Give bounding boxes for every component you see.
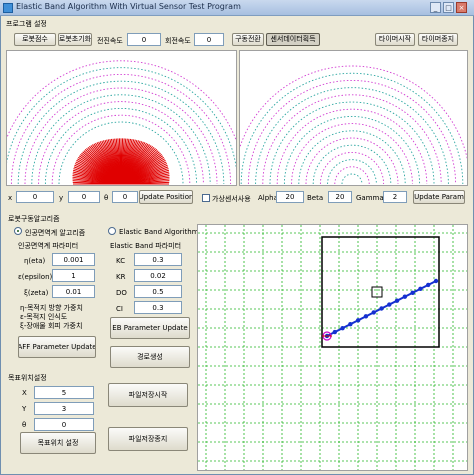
note-zeta: ξ-장애물 회피 가중치 [20, 322, 83, 330]
zeta-field[interactable]: 0.01 [52, 285, 95, 298]
path-node [433, 278, 439, 284]
turn-field[interactable]: 0 [194, 33, 224, 46]
pos-theta-field[interactable]: 0 [112, 191, 138, 203]
pos-x-field[interactable]: 0 [16, 191, 54, 203]
path-node [332, 329, 337, 335]
eb-radio-label: Elastic Band Algorithm [119, 228, 199, 236]
aff-update-button[interactable]: AFF Parameter Update [18, 336, 96, 358]
pos-x-label: x [8, 194, 13, 202]
target-x-label: X [22, 389, 27, 397]
timer-stop-button[interactable]: 타이머종지 [418, 33, 458, 46]
gamma-label: Gamma [356, 194, 384, 202]
alpha-label: Alpha [258, 194, 278, 202]
algo-group-title: 로봇구동알고리즘 [8, 215, 60, 223]
ais-radio-label: 인공면역계 알고리즘 [25, 229, 86, 237]
speed-label: 전진속도 [97, 37, 123, 45]
range-arc [319, 151, 385, 185]
do-label: DO [116, 289, 127, 297]
do-field[interactable]: 0.5 [134, 285, 182, 298]
range-arc [255, 87, 449, 185]
range-arc [334, 166, 370, 185]
maximize-icon[interactable]: □ [443, 2, 454, 13]
range-arc [269, 101, 435, 185]
beta-field[interactable]: 20 [328, 191, 352, 203]
window-title: Elastic Band Algorithm With Virtual Sens… [16, 2, 241, 11]
kc-field[interactable]: 0.3 [134, 253, 182, 266]
gamma-field[interactable]: 2 [383, 191, 407, 203]
robot-score-button[interactable]: 로봇점수 [14, 33, 56, 46]
pos-theta-label: θ [104, 194, 109, 202]
ci-field[interactable]: 0.3 [134, 301, 182, 314]
aff-param-title: 인공면역계 파라미터 [18, 242, 79, 250]
target-y-label: Y [22, 405, 27, 413]
path-node [426, 282, 431, 288]
path-node [402, 294, 408, 299]
robot-init-button[interactable]: 로봇초기화 [58, 33, 92, 46]
range-arc [341, 173, 363, 185]
turn-label: 회전속도 [165, 37, 191, 45]
epsilon-label: ε(epsilon) [18, 273, 53, 281]
epsilon-field[interactable]: 1 [52, 269, 95, 282]
target-theta-label: θ [22, 421, 27, 429]
map-view [197, 224, 468, 471]
range-arc [262, 94, 442, 185]
eta-field[interactable]: 0.001 [52, 253, 95, 266]
ci-label: CI [116, 305, 123, 313]
mode-switch-button[interactable]: 구동전환 [232, 33, 264, 46]
sensor-view-real [6, 50, 237, 186]
sensor-data-button[interactable]: 센서데이터획득 [266, 33, 320, 46]
eb-param-title: Elastic Band 파라미터 [110, 242, 182, 250]
virtual-sensor-label: 가상센서사용 [212, 195, 251, 203]
path-node [355, 318, 361, 323]
path-node [363, 314, 369, 319]
path-generate-button[interactable]: 경로생성 [110, 346, 190, 368]
path-node [371, 310, 376, 315]
alpha-field[interactable]: 20 [276, 191, 304, 203]
eb-radio[interactable] [108, 227, 116, 235]
path-node [410, 290, 415, 295]
target-x-field[interactable]: 5 [34, 386, 94, 399]
kr-field[interactable]: 0.02 [134, 269, 182, 282]
path-node [340, 325, 345, 331]
path-node [348, 322, 353, 327]
file-save-start-button[interactable]: 파일저장시작 [108, 383, 188, 407]
path-node [387, 302, 392, 307]
sensor-view-virtual [239, 50, 468, 186]
virtual-sensor-checkbox[interactable] [202, 194, 210, 202]
sensor-plot-real [7, 60, 236, 185]
target-theta-field[interactable]: 0 [34, 418, 94, 431]
target-set-button[interactable]: 목표위치 설정 [20, 432, 96, 454]
path-node [379, 306, 384, 311]
range-arc [291, 123, 413, 185]
eta-label: η(eta) [24, 257, 46, 265]
kc-label: KC [116, 257, 126, 265]
close-icon[interactable]: × [456, 2, 467, 13]
pos-y-label: y [59, 194, 64, 202]
range-arc [312, 144, 392, 185]
app-icon [3, 3, 13, 13]
zeta-label: ξ(zeta) [24, 289, 49, 297]
path-node [394, 298, 400, 303]
range-arc [240, 65, 467, 161]
menu-program-settings[interactable]: 프로그램 설정 [6, 19, 47, 29]
file-save-stop-button[interactable]: 파일저장종지 [108, 427, 188, 451]
update-position-button[interactable]: Update Position [139, 190, 193, 204]
range-arc [240, 72, 464, 185]
target-group-title: 목표위치설정 [8, 374, 47, 382]
target-y-field[interactable]: 3 [34, 402, 94, 415]
kr-label: KR [116, 273, 126, 281]
speed-field[interactable]: 0 [127, 33, 161, 46]
ais-radio[interactable] [14, 227, 22, 235]
pos-y-field[interactable]: 0 [68, 191, 100, 203]
update-param-button[interactable]: Update Param [413, 190, 465, 204]
path-node [418, 286, 423, 292]
map-grid [198, 225, 467, 470]
minimize-icon[interactable]: _ [430, 2, 441, 13]
beta-label: Beta [307, 194, 324, 202]
eb-update-button[interactable]: EB Parameter Update [110, 317, 190, 339]
sensor-plot-virtual [240, 65, 467, 185]
timer-start-button[interactable]: 타이머시작 [375, 33, 415, 46]
obstacle-box [371, 286, 383, 298]
